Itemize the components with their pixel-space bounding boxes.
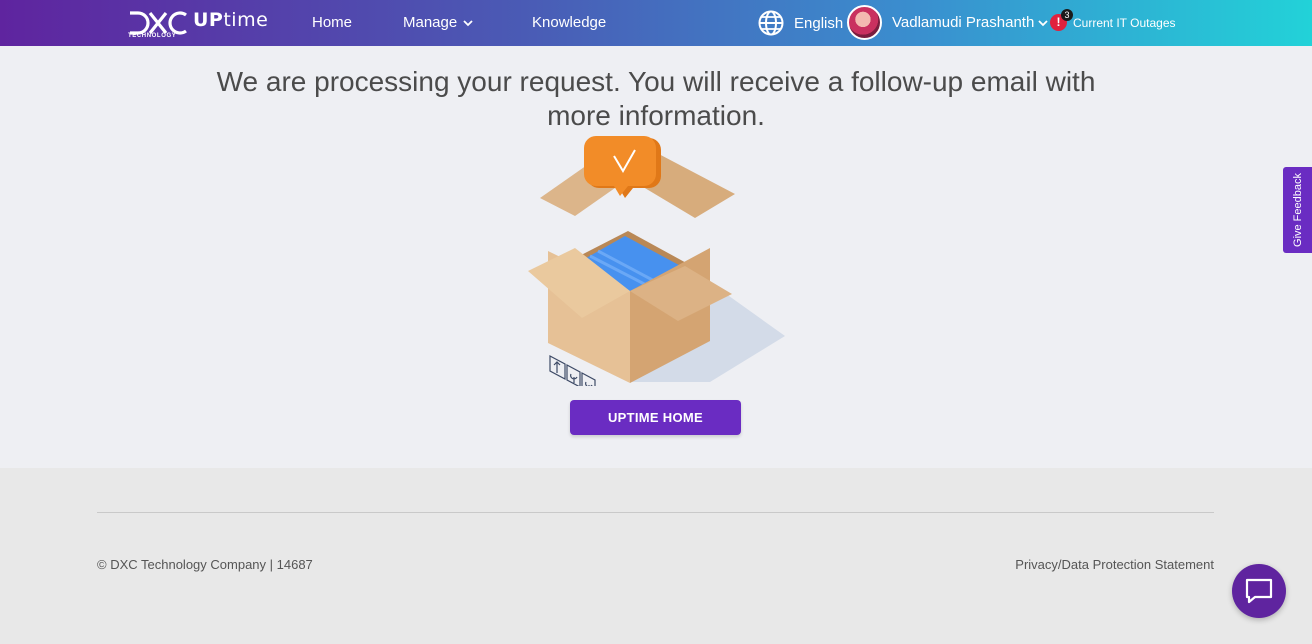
current-it-outages-link[interactable]: Current IT Outages: [1073, 16, 1176, 30]
footer: © DXC Technology Company | 14687 Privacy…: [0, 468, 1312, 644]
logo-subtext: TECHNOLOGY: [128, 33, 177, 39]
nav-home[interactable]: Home: [312, 14, 352, 31]
footer-divider: [97, 512, 1214, 513]
globe-icon[interactable]: [757, 9, 785, 37]
copyright-text: © DXC Technology Company | 14687: [97, 557, 313, 572]
give-feedback-tab[interactable]: Give Feedback: [1283, 167, 1312, 253]
user-menu[interactable]: Vadlamudi Prashanth: [892, 14, 1048, 31]
user-name: Vadlamudi Prashanth: [892, 14, 1035, 31]
nav-manage[interactable]: Manage: [403, 14, 473, 31]
nav-knowledge[interactable]: Knowledge: [532, 14, 606, 31]
language-selector[interactable]: English: [794, 15, 843, 32]
give-feedback-label: Give Feedback: [1291, 173, 1304, 247]
chat-icon: [1245, 578, 1273, 604]
confirmation-section: We are processing your request. You will…: [0, 46, 1312, 468]
user-avatar[interactable]: [847, 5, 882, 40]
chevron-down-icon: [463, 14, 473, 31]
brand-suffix: time: [223, 9, 269, 31]
chat-button[interactable]: [1232, 564, 1286, 618]
chevron-down-icon: [1038, 14, 1048, 31]
uptime-home-button[interactable]: UPTIME HOME: [570, 400, 741, 435]
uptime-brand[interactable]: UPtime: [193, 9, 268, 31]
confirmation-message: We are processing your request. You will…: [216, 66, 1096, 131]
alert-count-badge: 3: [1061, 9, 1073, 21]
nav-manage-label: Manage: [403, 14, 458, 31]
package-box-illustration: [528, 136, 785, 386]
top-navbar: TECHNOLOGY UPtime Home Manage Knowledge …: [0, 0, 1312, 46]
brand-prefix: UP: [193, 9, 224, 31]
privacy-statement-link[interactable]: Privacy/Data Protection Statement: [1015, 557, 1214, 572]
